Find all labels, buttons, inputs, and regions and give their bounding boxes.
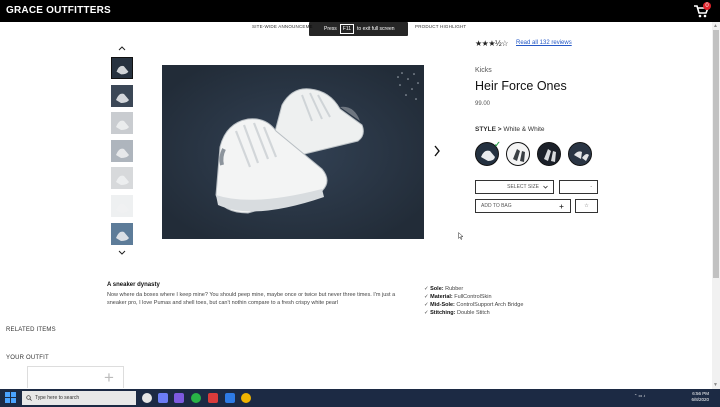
star-outline-icon: ☆	[584, 203, 589, 209]
add-outfit-plus-icon[interactable]: +	[104, 369, 114, 386]
rating-stars: ★★★½☆	[475, 39, 508, 48]
spotify-icon[interactable]	[191, 393, 201, 403]
description-title: A sneaker dynasty	[107, 282, 160, 288]
related-items-heading: RELATED ITEMS	[6, 327, 56, 333]
vscode-icon[interactable]	[225, 393, 235, 403]
product-price: 99.00	[475, 101, 491, 107]
main-product-image[interactable]	[162, 65, 424, 239]
feature-list: ✓ Sole: Rubber ✓ Material: FullControlSk…	[424, 285, 523, 317]
style-heading: STYLE >	[475, 126, 502, 133]
system-tray[interactable]: ⌃ ▭ ♪	[634, 393, 645, 398]
chevron-right-icon[interactable]	[433, 144, 441, 158]
toast-press: Press	[324, 26, 337, 32]
plus-icon	[559, 204, 564, 208]
thumbnail-4[interactable]	[111, 139, 133, 162]
style-value: White & White	[503, 126, 545, 133]
feature-item: ✓ Mid-Sole: ControlSupport Arch Bridge	[424, 302, 524, 308]
scroll-down-arrow-icon[interactable]: ▼	[713, 382, 718, 388]
site-logo[interactable]: GRACE OUTFITTERS	[6, 5, 111, 16]
chrome-icon[interactable]	[142, 393, 152, 403]
style-label: STYLE > White & White	[475, 126, 545, 133]
your-outfit-heading: YOUR OUTFIT	[6, 355, 49, 361]
feature-item: ✓ Sole: Rubber	[424, 286, 464, 292]
favorite-button[interactable]: ☆	[575, 199, 598, 213]
mouse-cursor-icon	[458, 232, 464, 240]
fullscreen-toast: Press F11 to exit full screen	[309, 22, 408, 36]
cart-count-badge: 0	[703, 2, 711, 10]
twitch-icon[interactable]	[174, 393, 184, 403]
chevron-up-icon[interactable]	[118, 45, 126, 51]
quantity-select-value: -	[590, 184, 592, 190]
product-title: Heir Force Ones	[475, 79, 567, 93]
read-reviews-link[interactable]: Read all 132 reviews	[516, 40, 572, 46]
style-swatch-2[interactable]	[506, 142, 530, 166]
chevron-down-icon[interactable]	[118, 250, 126, 256]
chevron-down-icon	[543, 185, 548, 189]
sneakers-image	[162, 65, 424, 239]
size-select[interactable]: SELECT SIZE	[475, 180, 554, 194]
announcement-text: SITE-WIDE ANNOUNCEME	[252, 24, 313, 29]
style-swatch-3[interactable]	[537, 142, 561, 166]
scroll-up-arrow-icon[interactable]: ▲	[713, 23, 718, 29]
product-highlight-link[interactable]: PRODUCT HIGHLIGHT	[415, 24, 466, 29]
taskbar-clock[interactable]: 6:56 PM 6/8/2020	[685, 391, 709, 403]
windows-taskbar: Type here to search ⌃ ▭ ♪ 6:56 PM 6/8/20…	[0, 389, 720, 407]
product-category: Kicks	[475, 67, 492, 74]
taskbar-search-input[interactable]: Type here to search	[22, 391, 136, 405]
discord-icon[interactable]	[158, 393, 168, 403]
browser-icon[interactable]	[241, 393, 251, 403]
feature-item: ✓ Material: FullControlSkin	[424, 294, 492, 300]
description-body: Now where da boxes where I keep mine? Yo…	[107, 292, 396, 306]
taskbar-search-placeholder: Type here to search	[35, 395, 80, 401]
product-page: GRACE OUTFITTERS 0 SITE-WIDE ANNOUNCEME …	[0, 0, 720, 407]
search-icon	[26, 395, 32, 401]
announcement-bar: SITE-WIDE ANNOUNCEME PRODUCT HIGHLIGHT	[252, 24, 466, 29]
add-to-bag-button[interactable]: ADD TO BAG	[475, 199, 571, 213]
thumbnail-2[interactable]	[111, 84, 133, 107]
selected-check-icon: ✓	[494, 140, 501, 149]
pdf-icon[interactable]	[208, 393, 218, 403]
toast-key: F11	[339, 24, 355, 34]
thumbnail-7[interactable]	[111, 222, 133, 245]
windows-start-icon[interactable]	[5, 392, 16, 403]
site-header: GRACE OUTFITTERS 0	[0, 0, 720, 22]
style-swatch-4[interactable]	[568, 142, 592, 166]
feature-item: ✓ Stitching: Double Stitch	[424, 310, 490, 316]
scrollbar-thumb[interactable]	[713, 30, 719, 278]
quantity-select[interactable]: -	[559, 180, 598, 194]
add-to-bag-label: ADD TO BAG	[481, 203, 512, 209]
thumbnail-1[interactable]	[111, 57, 133, 79]
toast-message: to exit full screen	[357, 26, 395, 32]
clock-date: 6/8/2020	[691, 397, 709, 402]
thumbnail-6[interactable]	[111, 195, 133, 217]
thumbnail-5[interactable]	[111, 167, 133, 190]
size-select-label: SELECT SIZE	[507, 184, 539, 190]
thumbnail-3[interactable]	[111, 112, 133, 135]
